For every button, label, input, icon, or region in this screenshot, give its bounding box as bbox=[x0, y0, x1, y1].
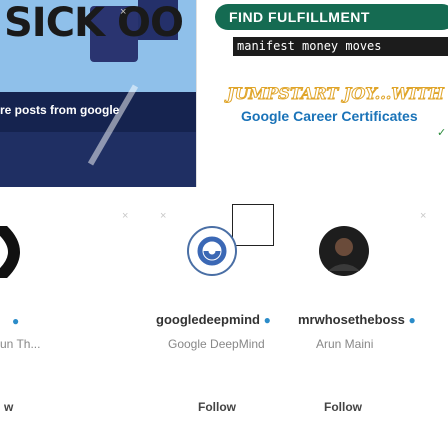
close-box-outline[interactable] bbox=[232, 204, 274, 246]
follow-button[interactable]: Follow bbox=[198, 400, 236, 414]
close-icon[interactable]: × bbox=[120, 6, 126, 18]
account-subtitle: Google DeepMind bbox=[168, 337, 265, 351]
follow-button[interactable]: Follow bbox=[324, 400, 362, 414]
right-post-thumbnail[interactable]: FIND FULFILLMENT manifest money moves JU… bbox=[196, 0, 448, 187]
account-subtitle: un Th... bbox=[0, 337, 41, 351]
account-name: mrwhosetheboss ● bbox=[298, 312, 416, 327]
follow-button[interactable]: w bbox=[4, 400, 13, 414]
avatar-partial[interactable] bbox=[0, 226, 34, 278]
mrwhosetheboss-avatar-icon[interactable] bbox=[318, 225, 370, 277]
career-certificates-text: Google Career Certificates bbox=[241, 108, 418, 124]
jumpstart-text: JUMPSTART JOY...WITH bbox=[227, 84, 445, 104]
check-icon: ✓ bbox=[437, 127, 447, 139]
close-icon[interactable]: × bbox=[420, 210, 426, 222]
thumbnail-title: SICK OO bbox=[4, 0, 184, 46]
suggested-posts-banner: SICK OO re posts from google FIND FULFIL… bbox=[0, 0, 448, 187]
thumbnail-lower bbox=[0, 132, 196, 187]
close-icon[interactable]: × bbox=[122, 210, 128, 222]
thumbnail-caption: re posts from google bbox=[0, 103, 120, 117]
account-username: googledeepmind bbox=[156, 312, 260, 327]
left-post-thumbnail[interactable]: SICK OO re posts from google bbox=[0, 0, 196, 187]
verified-icon: ● bbox=[263, 313, 271, 327]
deepmind-logo-icon[interactable] bbox=[186, 225, 238, 277]
account-subtitle: Arun Maini bbox=[316, 337, 374, 351]
verified-icon: ● bbox=[408, 313, 416, 327]
mono-text-bar: manifest money moves bbox=[233, 37, 448, 56]
verified-icon: ● bbox=[12, 314, 20, 328]
account-name: googledeepmind ● bbox=[156, 312, 271, 327]
account-username: mrwhosetheboss bbox=[298, 312, 405, 327]
fulfillment-pill: FIND FULFILLMENT bbox=[215, 4, 448, 30]
close-icon[interactable]: × bbox=[160, 210, 166, 222]
